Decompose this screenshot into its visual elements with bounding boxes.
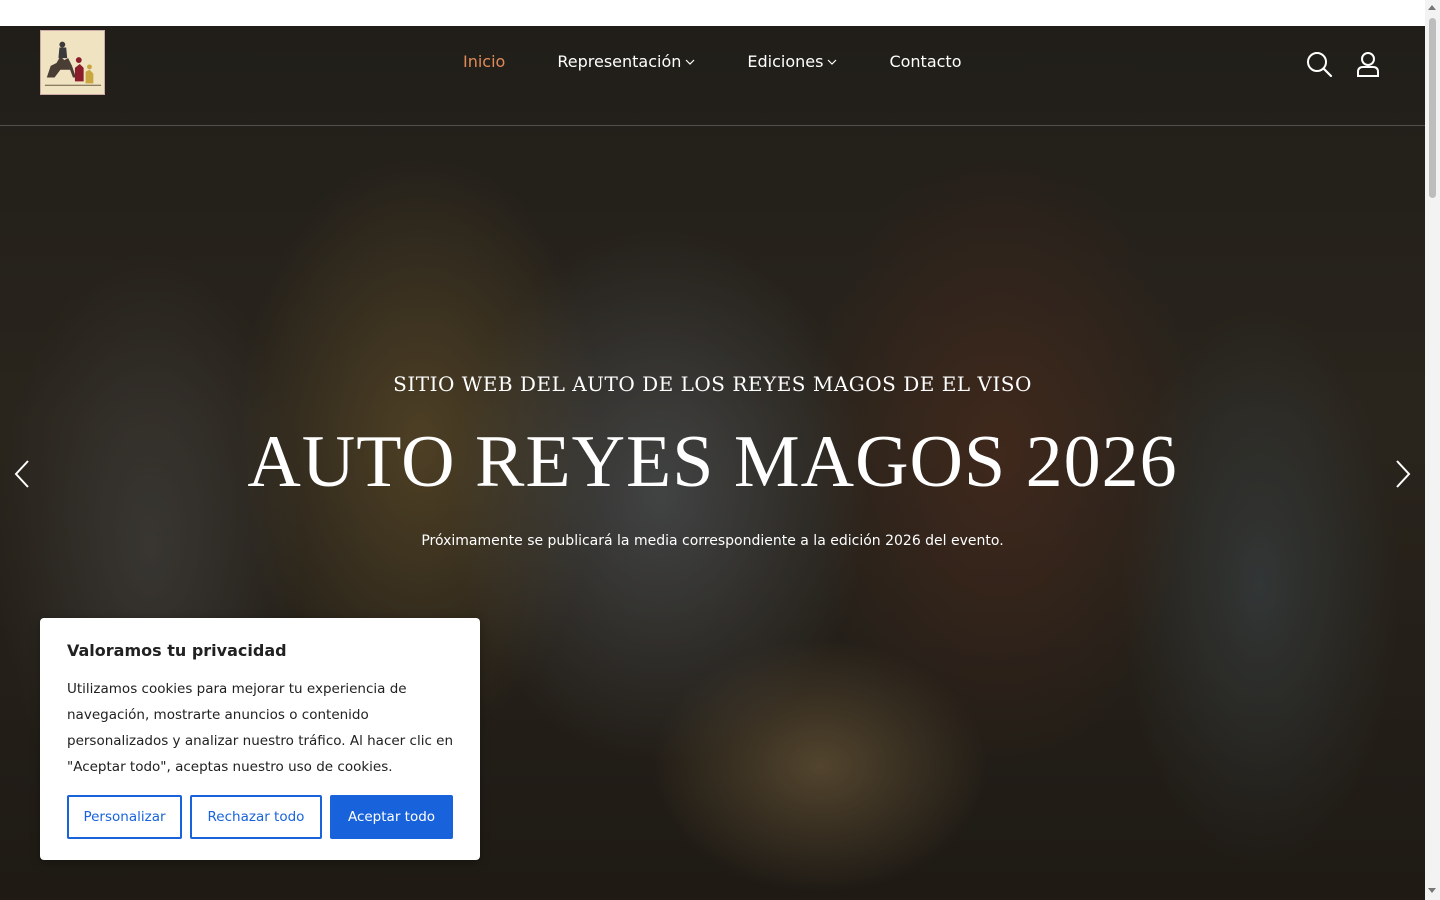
customize-button[interactable]: Personalizar	[67, 795, 182, 839]
nav-item-label: Inicio	[463, 52, 506, 71]
hero-banner: Inicio Representación Ediciones Contacto…	[0, 26, 1425, 900]
hero-description: Próximamente se publicará la media corre…	[421, 533, 1004, 549]
nav-item-label: Contacto	[889, 52, 962, 71]
scroll-down-icon[interactable]	[1428, 888, 1436, 893]
main-nav: Inicio Representación Ediciones Contacto	[463, 52, 1014, 71]
nav-item-label: Representación	[557, 52, 682, 71]
cookie-banner: Valoramos tu privacidad Utilizamos cooki…	[40, 618, 480, 860]
hero-title: AUTO REYES MAGOS 2026	[247, 421, 1178, 503]
nav-item-inicio[interactable]: Inicio	[463, 52, 505, 71]
top-strip	[0, 0, 1440, 26]
search-icon[interactable]	[1305, 50, 1333, 78]
hero-subtitle: SITIO WEB DEL AUTO DE LOS REYES MAGOS DE…	[393, 372, 1032, 396]
scrollbar[interactable]	[1425, 0, 1440, 900]
chevron-down-icon	[828, 59, 837, 65]
cookie-text: Utilizamos cookies para mejorar tu exper…	[67, 681, 454, 775]
nav-item-contacto[interactable]: Contacto	[889, 52, 961, 71]
camel-riders-logo	[41, 31, 104, 94]
cookie-title: Valoramos tu privacidad	[67, 641, 287, 660]
user-icon[interactable]	[1354, 50, 1382, 78]
nav-item-ediciones[interactable]: Ediciones	[747, 52, 837, 71]
nav-item-label: Ediciones	[747, 52, 824, 71]
site-header: Inicio Representación Ediciones Contacto	[0, 26, 1425, 126]
site-logo[interactable]	[40, 30, 105, 95]
chevron-down-icon	[685, 59, 695, 65]
accept-all-button[interactable]: Aceptar todo	[330, 795, 453, 839]
scroll-up-icon[interactable]	[1428, 5, 1436, 10]
reject-all-button[interactable]: Rechazar todo	[190, 795, 322, 839]
chevron-left-icon[interactable]	[10, 458, 34, 490]
nav-item-representacion[interactable]: Representación	[557, 52, 695, 71]
chevron-right-icon[interactable]	[1391, 458, 1415, 490]
scroll-thumb[interactable]	[1429, 18, 1436, 198]
